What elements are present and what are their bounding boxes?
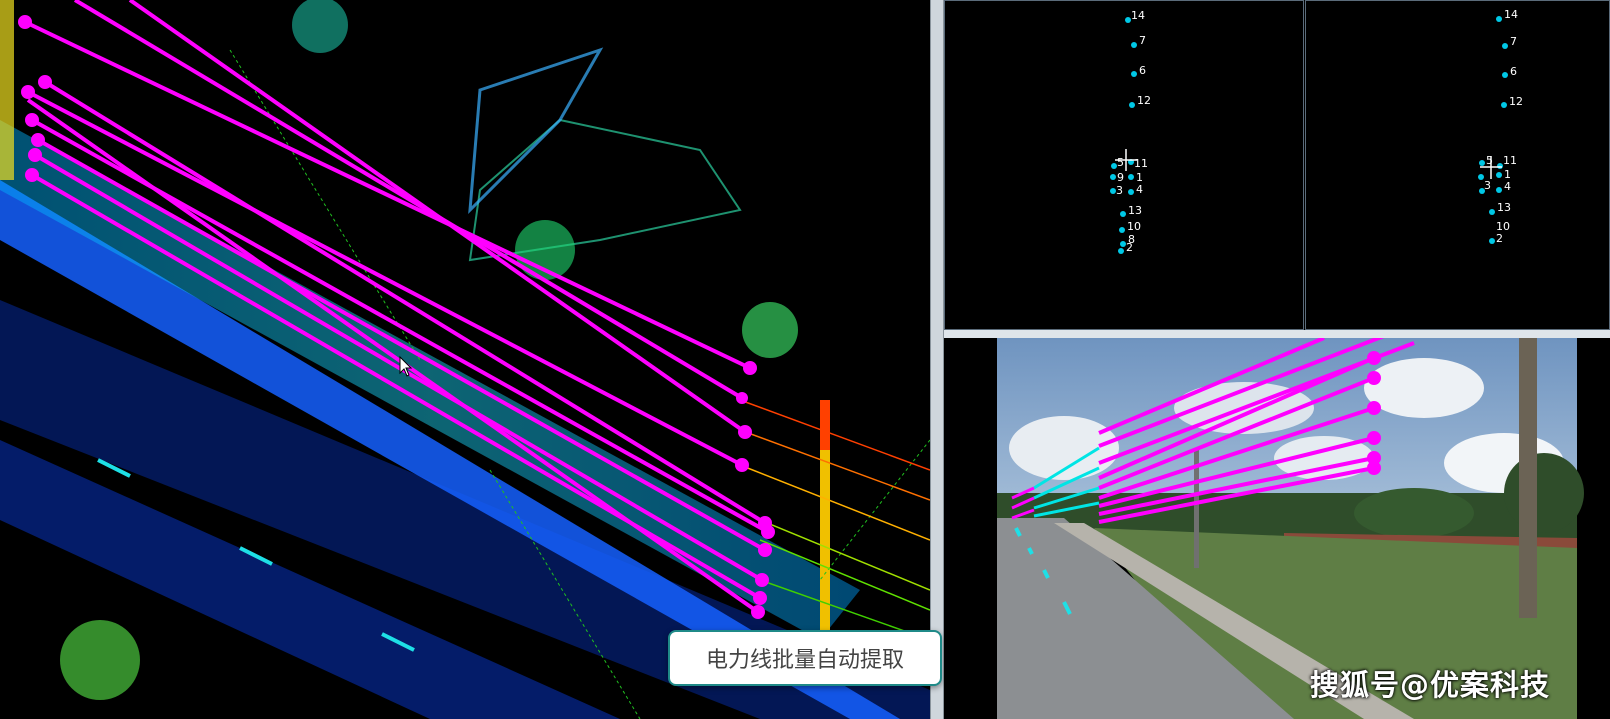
wire-point [1110,174,1116,180]
wire-point [1502,43,1508,49]
point-label: 7 [1510,35,1517,48]
horizontal-splitter[interactable] [944,330,1610,338]
point-label: 12 [1509,95,1523,108]
tree-clump [1504,453,1584,533]
point-label: 2 [1496,232,1503,245]
cloud [1364,358,1484,418]
cross-section-canvas-left[interactable]: 14 7 6 12 5 11 9 1 3 4 13 10 8 2 [945,1,1304,330]
wire-point [1489,238,1495,244]
point-label: 2 [1126,241,1133,254]
point-label: 11 [1503,154,1517,167]
feature-caption-tooltip: 电力线批量自动提取 [668,630,942,686]
cross-section-canvas-right[interactable]: 14 7 6 12 5 11 1 3 4 13 10 2 [1306,1,1610,330]
wire-point [1129,102,1135,108]
wire-point [1501,102,1507,108]
vertical-splitter[interactable] [930,0,944,719]
building-wall [468,47,604,214]
cross-section-view-left[interactable]: 14 7 6 12 5 11 9 1 3 4 13 10 8 2 [944,0,1304,330]
point-label: 14 [1504,8,1518,21]
tree-canopy [742,302,798,358]
wire-point [1128,174,1134,180]
tree-canopy [292,0,348,53]
point-label: 9 [1117,171,1124,184]
point-label: 6 [1510,65,1517,78]
wire-point [1118,248,1124,254]
point-label: 13 [1497,201,1511,214]
utility-pole [1519,338,1537,618]
tree-clump [1354,488,1474,538]
point-label: 13 [1128,204,1142,217]
point-label: 6 [1139,64,1146,77]
wire-point [1119,227,1125,233]
wire-point [1502,72,1508,78]
guide-line [819,439,930,581]
wire-point [1496,16,1502,22]
wire-point [1128,189,1134,195]
wire-point [1120,211,1126,217]
point-label: 10 [1127,220,1141,233]
wire-point [1496,187,1502,193]
point-label: 5 [1117,156,1124,169]
point-label: 3 [1484,179,1491,192]
tree-left-edge [0,0,14,180]
cross-section-view-right[interactable]: 14 7 6 12 5 11 1 3 4 13 10 2 [1305,0,1610,330]
point-label: 14 [1131,9,1145,22]
point-label: 7 [1139,34,1146,47]
wire-point [1496,172,1502,178]
point-label: 11 [1134,157,1148,170]
wire-point [1489,209,1495,215]
point-label: 4 [1136,183,1143,196]
wire-point [1131,71,1137,77]
wire-point [1479,160,1485,166]
point-cloud-canvas[interactable] [0,0,930,719]
watermark: 搜狐号@优案科技 [1310,668,1551,702]
point-label: 12 [1137,94,1151,107]
point-label: 5 [1486,154,1493,167]
point-cloud-3d-view[interactable] [0,0,930,719]
point-label: 3 [1116,184,1123,197]
wire-point [1131,42,1137,48]
utility-pole-top [820,400,830,450]
point-label: 4 [1504,180,1511,193]
tree-canopy [60,620,140,700]
building-roof [468,118,742,262]
